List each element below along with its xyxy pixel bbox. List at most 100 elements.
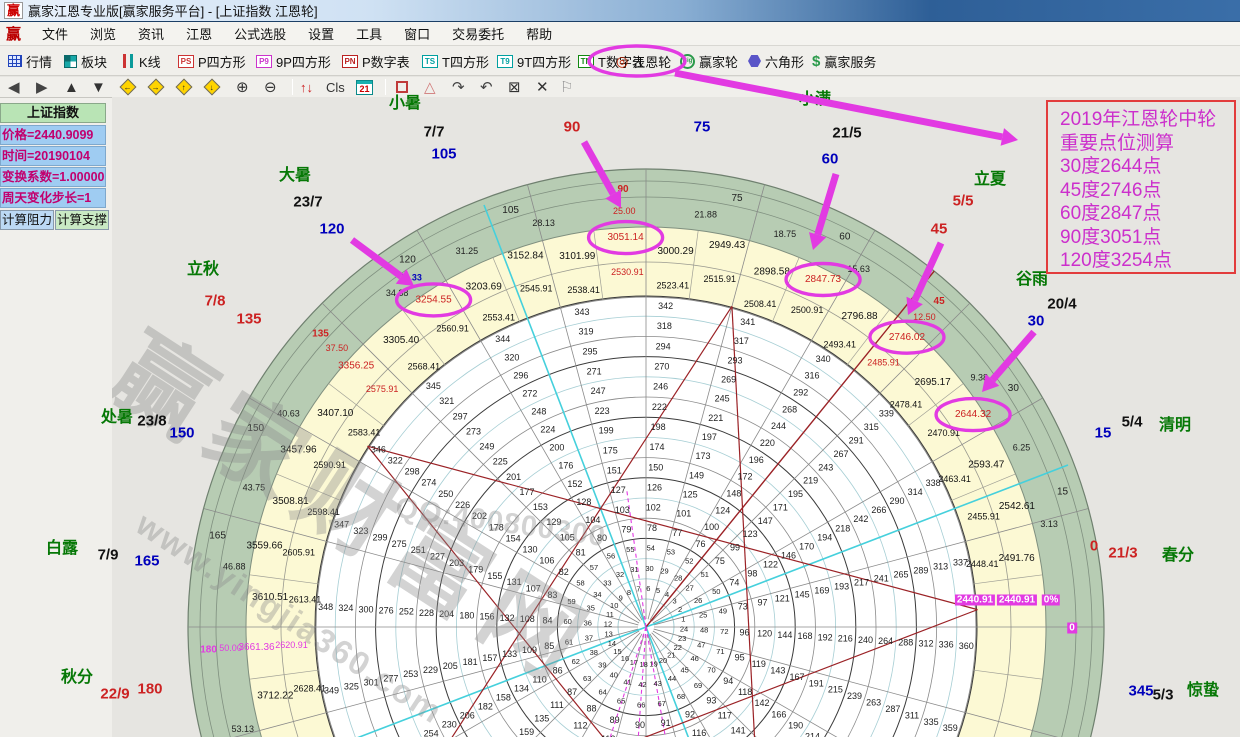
tool-nav-right[interactable]: ▶ — [36, 77, 48, 97]
wheel-label: 3152.84 — [507, 251, 544, 262]
menu-item-7[interactable]: 窗口 — [393, 21, 441, 46]
wheel-label: 287 — [885, 704, 900, 714]
toolbar-button-p-table[interactable]: PNP数字表 — [342, 50, 410, 72]
wheel-label: 124 — [715, 505, 730, 515]
tool-step-left[interactable]: ← — [122, 77, 134, 97]
tool-price-axis[interactable]: ↑↓ — [300, 77, 313, 97]
wheel-label: 202 — [472, 511, 487, 521]
tool-zoom-in[interactable]: ⊕ — [236, 77, 249, 97]
wheel-label: 24 — [680, 624, 688, 633]
wheel-label: 104 — [585, 515, 600, 525]
panel-row-1: 时间=20190104 — [0, 146, 106, 166]
wheel-label: 98 — [747, 568, 757, 578]
kline-icon — [122, 54, 135, 68]
tool-select-box[interactable]: ⊠ — [508, 77, 521, 97]
tool-draw-triangle[interactable]: △ — [424, 77, 436, 97]
wheel-label: 167 — [790, 672, 805, 682]
menu-item-1[interactable]: 浏览 — [79, 21, 127, 46]
wheel-label: 323 — [353, 526, 368, 536]
wheel-label: 46 — [690, 654, 698, 663]
title-bar[interactable]: 赢 赢家江恩专业版[赢家服务平台] - [上证指数 江恩轮] — [0, 0, 1240, 22]
tool-nav-up[interactable]: ▲ — [64, 77, 79, 97]
wheel-label: 55 — [626, 545, 634, 554]
tool-rotate-ccw[interactable]: ↶ — [480, 77, 493, 97]
wheel-label: 204 — [439, 609, 454, 619]
wheel-label: 274 — [421, 478, 436, 488]
wheel-label: 150 — [648, 462, 663, 472]
tool-step-up[interactable]: ↑ — [178, 77, 190, 97]
wheel-label: 266 — [871, 505, 886, 515]
wheel-label: 12.50 — [913, 312, 936, 322]
tool-rotate-cw[interactable]: ↷ — [452, 77, 465, 97]
wheel-label: 126 — [647, 483, 662, 493]
highlight-value-0: 2440.91 — [955, 595, 995, 606]
rotate-cw-icon: ↷ — [452, 78, 465, 96]
toolbar-button-quotes[interactable]: 行情 — [8, 50, 52, 72]
tool-sep1 — [292, 77, 293, 97]
toolbar-button-hexagon[interactable]: 六角形 — [748, 50, 804, 72]
toolbar-button-kline[interactable]: K线 — [122, 50, 161, 72]
tool-flag[interactable]: ⚐ — [560, 77, 573, 97]
wheel-label: 109 — [522, 645, 537, 655]
wheel-label: 149 — [689, 470, 704, 480]
wheel-label: 112 — [573, 721, 587, 731]
annotation-line-5: 90度3051点 — [1060, 226, 1234, 250]
wheel-label: 205 — [443, 661, 458, 671]
tool-zoom-out[interactable]: ⊖ — [264, 77, 277, 97]
wheel-label: 5 — [656, 586, 660, 595]
tool-step-down[interactable]: ↓ — [206, 77, 218, 97]
wheel-label: 2470.91 — [927, 428, 960, 438]
solar-date: 5/3 — [1153, 687, 1174, 704]
menu-item-4[interactable]: 公式选股 — [223, 21, 297, 46]
menu-item-0[interactable]: 文件 — [31, 21, 79, 46]
tool-step-right[interactable]: → — [150, 77, 162, 97]
wheel-label: 56 — [607, 552, 615, 561]
tool-nav-left[interactable]: ◀ — [8, 77, 20, 97]
wheel-label: 299 — [372, 532, 387, 542]
menu-item-5[interactable]: 设置 — [297, 21, 345, 46]
drawing-toolbar: ◀▶▲▼←→↑↓⊕⊖↑↓Cls21△↷↶⊠✕⚐ — [0, 77, 1240, 98]
toolbar-button-t-square[interactable]: TST四方形 — [422, 50, 489, 72]
wheel-label: 75 — [715, 556, 725, 566]
toolbar-button-winner-wheel[interactable]: Big赢家轮 — [680, 50, 738, 72]
toolbar-button-9p-square[interactable]: P99P四方形 — [256, 50, 331, 72]
toolbar-button-9t-square[interactable]: T99T四方形 — [497, 50, 571, 72]
menu-item-3[interactable]: 江恩 — [175, 21, 223, 46]
degree-label-15: 15 — [1095, 425, 1112, 442]
wheel-label: 118 — [738, 687, 752, 697]
wheel-label: 75 — [732, 193, 744, 204]
menu-item-9[interactable]: 帮助 — [515, 21, 563, 46]
solar-term-立秋: 立秋 — [187, 255, 219, 279]
toolbar-button-winner-service[interactable]: $赢家服务 — [812, 50, 876, 72]
9t-square-icon: T9 — [497, 55, 513, 68]
wheel-label: 2542.61 — [999, 501, 1036, 512]
tool-calendar[interactable]: 21 — [356, 77, 373, 97]
degree-label-180: 180 — [137, 681, 162, 698]
toolbar-button-p-square[interactable]: PSP四方形 — [178, 50, 246, 72]
wheel-label: 2485.91 — [867, 358, 900, 368]
panel-button-support[interactable]: 计算支撑 — [55, 210, 109, 230]
menu-item-8[interactable]: 交易委托 — [441, 21, 515, 46]
menu-item-6[interactable]: 工具 — [345, 21, 393, 46]
panel-button-resistance[interactable]: 计算阻力 — [0, 210, 54, 230]
wheel-label: 4 — [665, 590, 669, 599]
wheel-label: 152 — [567, 479, 582, 489]
wheel-label: 103 — [615, 505, 630, 515]
wheel-label: 45 — [934, 296, 946, 307]
wheel-label: 244 — [771, 421, 786, 431]
solar-date: 21/3 — [1108, 545, 1137, 562]
wheel-label: 336 — [939, 640, 954, 650]
toolbar-button-sectors[interactable]: 板块 — [64, 50, 107, 72]
winner-service-label: 赢家服务 — [824, 52, 876, 71]
wheel-label: 102 — [646, 503, 661, 513]
menu-item-2[interactable]: 资讯 — [127, 21, 175, 46]
wheel-label: 201 — [506, 472, 521, 482]
tool-nav-down[interactable]: ▼ — [91, 77, 106, 97]
tool-cls[interactable]: Cls — [326, 77, 345, 97]
sep1 — [292, 79, 293, 95]
tool-cross-drag[interactable]: ✕ — [536, 77, 549, 97]
wheel-label: 77 — [672, 528, 682, 538]
app-logo-icon: 赢 — [4, 2, 23, 19]
wheel-label: 3407.10 — [317, 408, 354, 419]
toolbar-button-gann-wheel[interactable]: ◎江恩轮 — [616, 50, 671, 72]
